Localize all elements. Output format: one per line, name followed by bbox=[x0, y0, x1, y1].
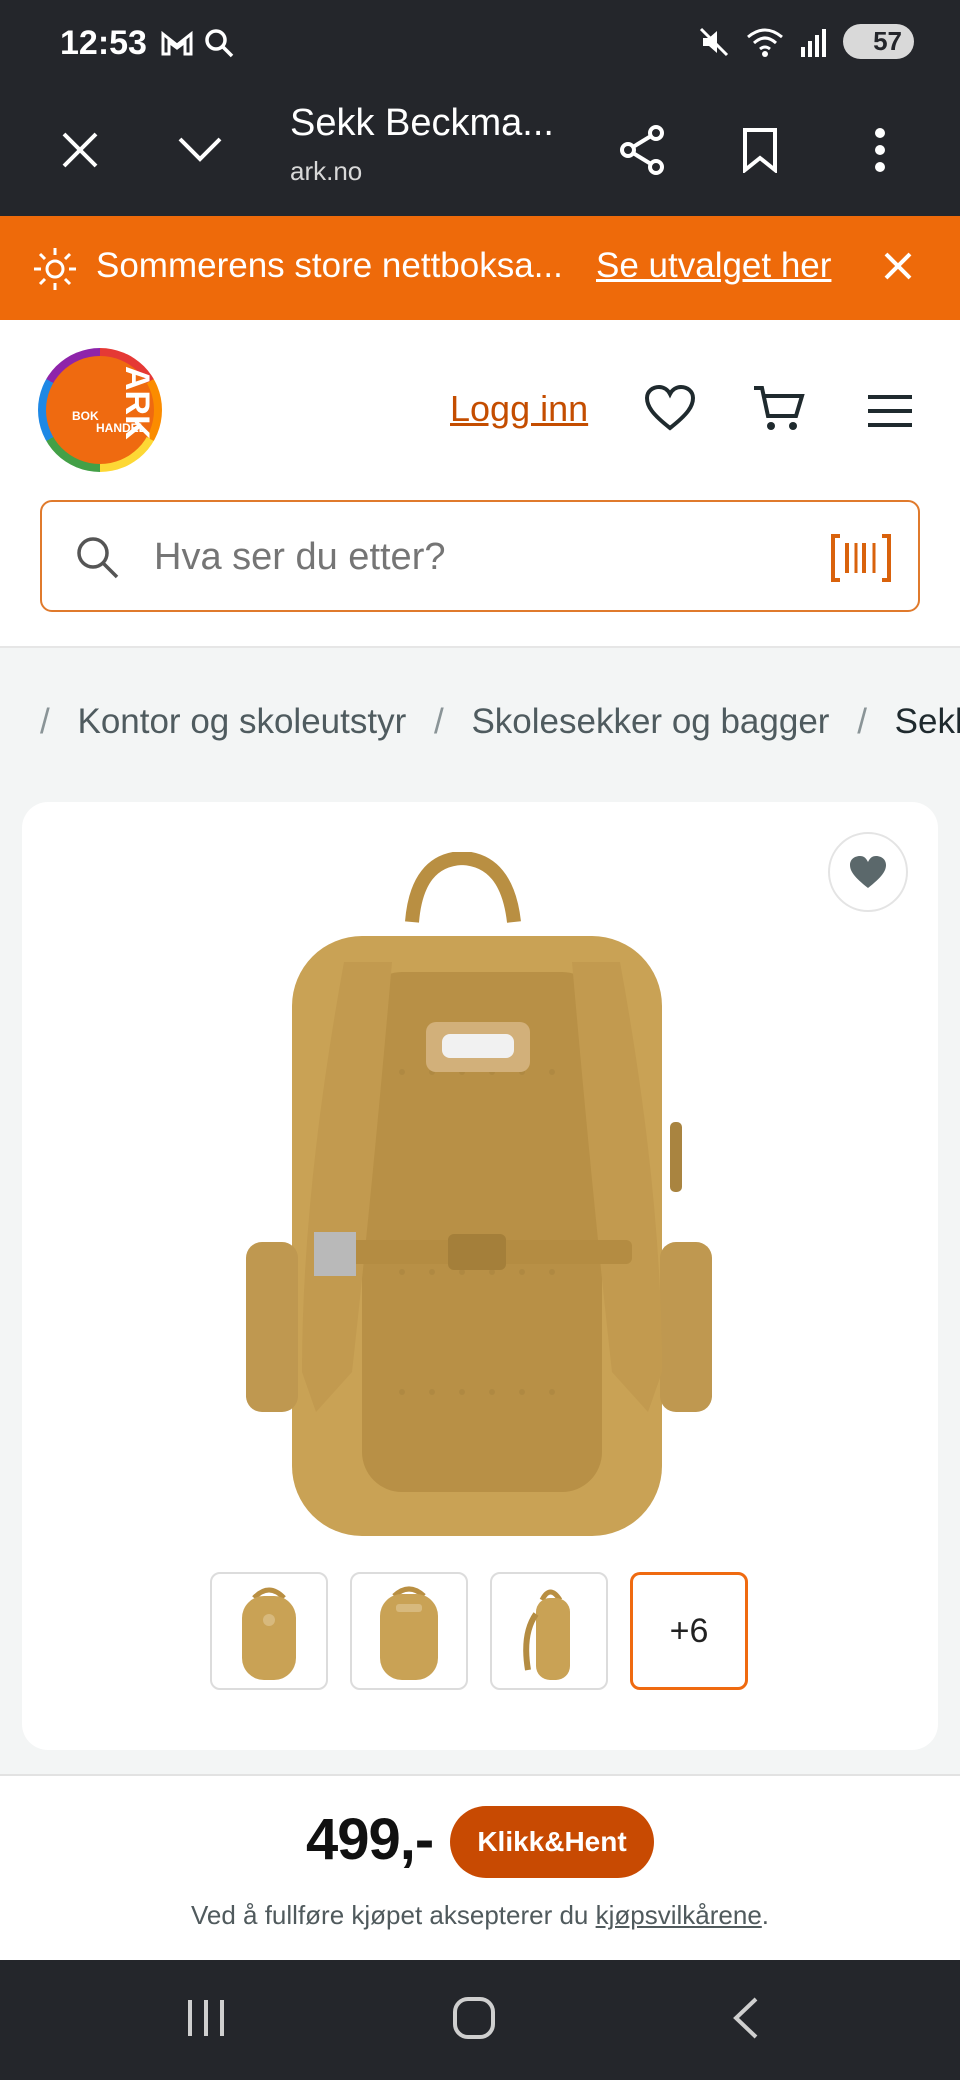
search-input[interactable] bbox=[154, 532, 714, 582]
terms-link[interactable]: kjøpsvilkårene bbox=[596, 1900, 762, 1930]
ark-logo[interactable]: ARK BOK HANDEL bbox=[38, 348, 162, 472]
page-title[interactable]: Sekk Beckma... bbox=[290, 102, 554, 145]
signal-icon bbox=[801, 28, 827, 57]
svg-text:HANDEL: HANDEL bbox=[96, 421, 146, 435]
bookmark-icon bbox=[743, 128, 777, 173]
close-icon[interactable] bbox=[880, 248, 916, 284]
wifi-icon bbox=[747, 28, 784, 57]
site-header: ARK BOK HANDEL Logg inn bbox=[0, 320, 960, 648]
back-icon[interactable] bbox=[730, 1996, 760, 2040]
status-time: 12:53 bbox=[60, 24, 147, 62]
product-price: 499,- bbox=[306, 1807, 434, 1872]
thumbnail[interactable] bbox=[350, 1572, 468, 1690]
home-icon[interactable] bbox=[452, 1996, 496, 2040]
share-icon bbox=[620, 125, 664, 175]
thumbnail[interactable] bbox=[210, 1572, 328, 1690]
product-image[interactable] bbox=[242, 852, 722, 1542]
terms-notice: Ved å fullføre kjøpet aksepterer du kjøp… bbox=[0, 1900, 960, 1931]
mute-icon bbox=[700, 27, 729, 56]
sun-icon bbox=[34, 248, 76, 290]
status-bar: 12:53 57 bbox=[0, 0, 960, 90]
breadcrumb-item[interactable]: Skolesekker og bagger bbox=[471, 702, 829, 741]
recent-apps-icon[interactable] bbox=[186, 1996, 226, 2040]
battery-level: 57 bbox=[873, 26, 902, 56]
product-image-card: +6 bbox=[22, 802, 938, 1750]
search-status-icon bbox=[205, 29, 234, 58]
click-and-collect-button[interactable]: Klikk&Hent bbox=[450, 1806, 654, 1878]
login-link[interactable]: Logg inn bbox=[450, 388, 588, 430]
promo-banner: Sommerens store nettboksa... Se utvalget… bbox=[0, 216, 960, 320]
purchase-bar: 499,- Klikk&Hent Ved å fullføre kjøpet a… bbox=[0, 1774, 960, 1960]
share-button[interactable] bbox=[612, 120, 672, 180]
chevron-down-icon bbox=[178, 137, 222, 162]
close-tab-button[interactable] bbox=[50, 120, 110, 180]
battery-indicator: 57 bbox=[843, 24, 914, 59]
more-vertical-icon bbox=[875, 128, 885, 172]
thumbnail-image bbox=[242, 1587, 296, 1680]
thumbnail-image bbox=[523, 1589, 570, 1680]
barcode-scan-icon[interactable] bbox=[830, 534, 892, 582]
thumbnail-strip: +6 bbox=[210, 1572, 748, 1690]
search-box[interactable] bbox=[40, 500, 920, 612]
browser-toolbar: Sekk Beckma... ark.no bbox=[0, 90, 960, 216]
promo-link[interactable]: Se utvalget her bbox=[596, 246, 831, 286]
menu-icon[interactable] bbox=[866, 394, 914, 428]
svg-text:BOK: BOK bbox=[72, 409, 99, 423]
cart-icon[interactable] bbox=[752, 384, 806, 434]
logo-lettering: ARK BOK HANDEL bbox=[72, 366, 156, 440]
terms-text: Ved å fullføre kjøpet aksepterer du bbox=[190, 1900, 596, 1930]
breadcrumb-current: Sekk Beckmann bbox=[894, 702, 960, 741]
heart-filled-icon bbox=[850, 856, 886, 888]
thumbnail-image bbox=[380, 1586, 438, 1680]
minimize-button[interactable] bbox=[170, 120, 230, 180]
page-domain[interactable]: ark.no bbox=[290, 156, 362, 187]
system-navigation-bar bbox=[0, 1960, 960, 2080]
heart-icon[interactable] bbox=[644, 384, 696, 432]
thumbnail[interactable] bbox=[490, 1572, 608, 1690]
gmail-icon bbox=[161, 30, 193, 56]
breadcrumb-item[interactable]: Kontor og skoleutstyr bbox=[77, 702, 406, 741]
search-icon bbox=[77, 537, 119, 579]
breadcrumb: / Kontor og skoleutstyr / Skolesekker og… bbox=[40, 702, 960, 752]
close-icon bbox=[62, 132, 98, 168]
more-images-button[interactable]: +6 bbox=[630, 1572, 748, 1690]
bookmark-button[interactable] bbox=[730, 120, 790, 180]
promo-text: Sommerens store nettboksa... bbox=[96, 246, 563, 285]
more-options-button[interactable] bbox=[850, 120, 910, 180]
terms-period: . bbox=[761, 1900, 770, 1930]
favorite-button[interactable] bbox=[828, 832, 908, 912]
